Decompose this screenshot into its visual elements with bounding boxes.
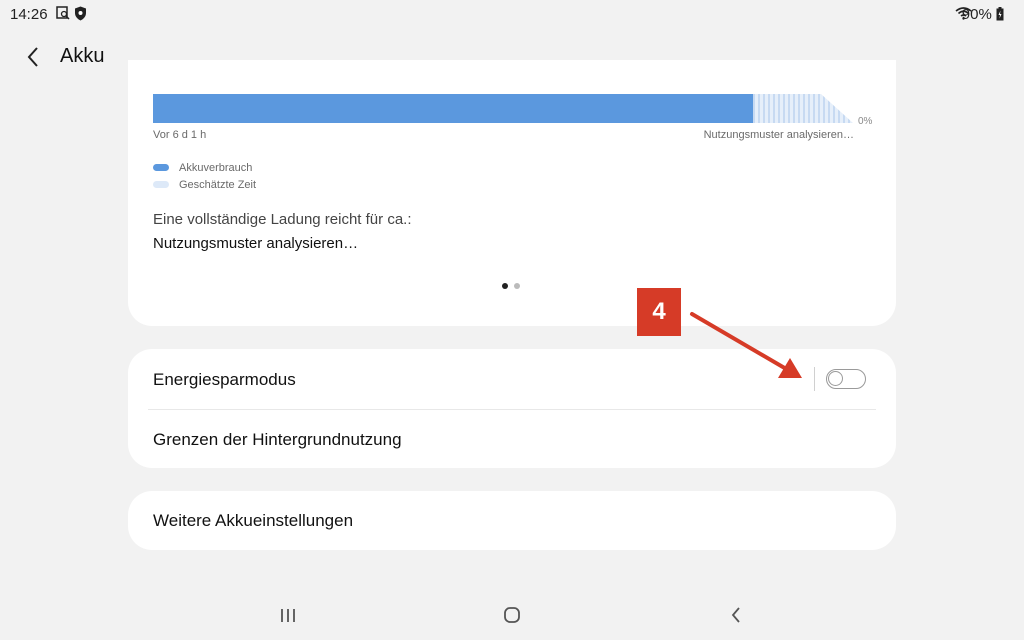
shield-icon (74, 6, 87, 26)
more-settings-card: Weitere Akkueinstellungen (128, 491, 896, 550)
legend-item-usage: Akkuverbrauch (153, 159, 256, 176)
legend-swatch-estimate (153, 181, 169, 188)
nav-back-button[interactable] (716, 599, 756, 631)
battery-usage-chart (153, 94, 873, 124)
legend-swatch-usage (153, 164, 169, 171)
legend-label: Akkuverbrauch (179, 161, 253, 174)
page-title: Akku (60, 45, 105, 67)
annotation-arrow-icon (690, 312, 802, 378)
screenshot-icon (56, 6, 70, 25)
battery-usage-card: 0% Vor 6 d 1 h Nutzungsmuster analysiere… (128, 60, 896, 326)
recents-icon (281, 609, 295, 622)
chart-legend: Akkuverbrauch Geschätzte Zeit (153, 159, 256, 193)
home-icon (504, 607, 520, 623)
estimated-time-bar (753, 94, 853, 123)
page-dot (514, 283, 520, 289)
battery-used-bar (153, 94, 753, 123)
home-button[interactable] (492, 599, 532, 631)
battery-status: 90% (962, 6, 1004, 23)
row-separator (814, 367, 815, 391)
legend-item-estimate: Geschätzte Zeit (153, 176, 256, 193)
more-battery-settings-row[interactable]: Weitere Akkueinstellungen (128, 491, 896, 550)
status-time: 14:26 (10, 6, 48, 23)
battery-icon (996, 6, 1004, 23)
background-limits-row[interactable]: Grenzen der Hintergrundnutzung (128, 409, 896, 469)
back-button[interactable] (22, 44, 46, 70)
legend-label: Geschätzte Zeit (179, 178, 257, 191)
more-battery-settings-label: Weitere Akkueinstellungen (153, 511, 354, 530)
axis-start-label: Vor 6 d 1 h (153, 129, 207, 141)
back-icon (27, 47, 38, 67)
navigation-bar (0, 595, 1024, 635)
power-saving-label: Energiesparmodus (153, 370, 296, 389)
page-indicator[interactable] (502, 283, 520, 289)
full-charge-label: Eine vollständige Ladung reicht für ca.: (153, 211, 412, 228)
toggle-knob (828, 371, 843, 386)
power-saving-toggle[interactable] (826, 369, 866, 389)
axis-end-label: Nutzungsmuster analysieren… (703, 129, 854, 141)
battery-percent: 90% (961, 6, 992, 23)
full-charge-value: Nutzungsmuster analysieren… (153, 235, 359, 252)
page-dot-active (502, 283, 508, 289)
annotation-badge: 4 (637, 288, 681, 336)
percent-label: 0% (858, 116, 873, 127)
nav-back-icon (731, 607, 740, 623)
background-limits-label: Grenzen der Hintergrundnutzung (153, 430, 402, 449)
recents-button[interactable] (268, 599, 308, 631)
status-bar: 14:26 90% (0, 0, 1024, 28)
